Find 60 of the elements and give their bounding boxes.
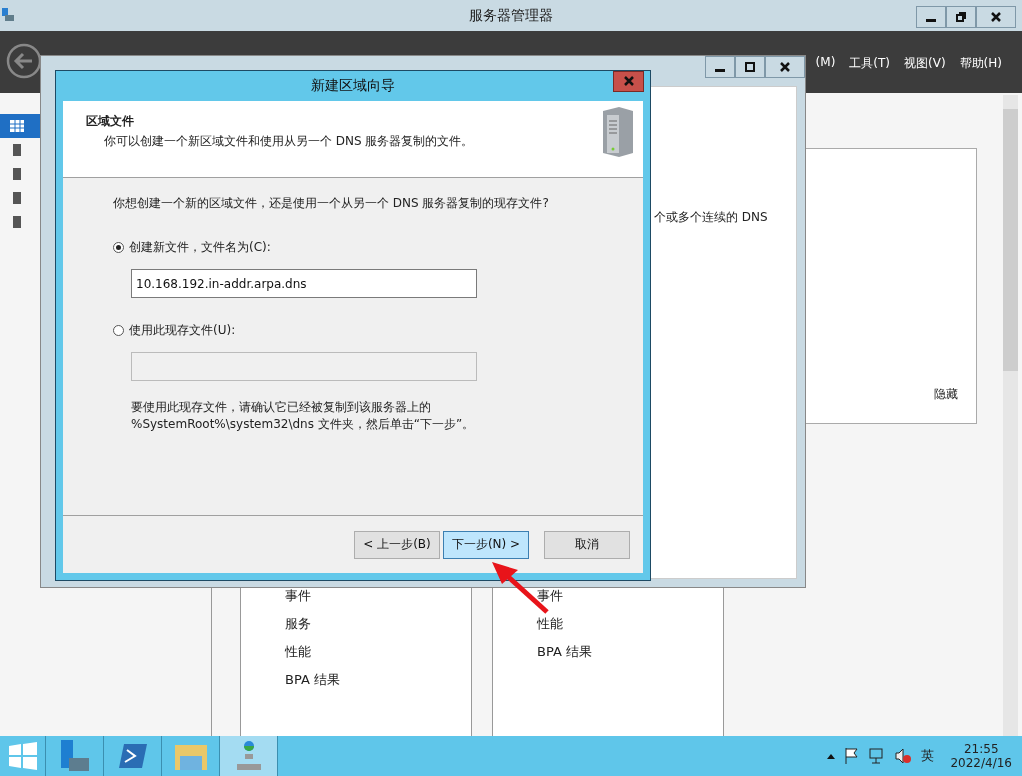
dialog-title: 新建区域向导 [311, 77, 395, 95]
page-description: 你可以创建一个新区域文件和使用从另一个 DNS 服务器复制的文件。 [104, 133, 475, 150]
speaker-muted-icon[interactable] [895, 748, 912, 764]
question-text: 你想创建一个新的区域文件，还是使用一个从另一个 DNS 服务器复制的现存文件? [113, 195, 550, 212]
note-text: 要使用此现存文件，请确认它已经被复制到该服务器上的 %SystemRoot%\system32\dns 文件夹，然后单击“下一步”。 [131, 399, 476, 433]
option-label: 使用此现存文件(U): [129, 322, 236, 339]
tile-link[interactable]: 事件 [285, 587, 471, 605]
tile-link[interactable]: BPA 结果 [537, 643, 723, 661]
menu-item[interactable]: 工具(T) [849, 55, 891, 72]
network-status-icon[interactable] [869, 748, 886, 764]
pointer-arrow-icon [489, 560, 551, 614]
clock-date[interactable]: 2022/4/16 [950, 756, 1012, 770]
app-icon [2, 8, 14, 22]
option-label: 创建新文件，文件名为(C): [129, 239, 271, 256]
tile-link[interactable]: 服务 [285, 615, 471, 633]
minimize-button[interactable] [916, 6, 946, 28]
sidebar-icon [10, 119, 24, 133]
tile-link[interactable]: 事件 [537, 587, 723, 605]
close-button[interactable] [765, 56, 805, 78]
ime-indicator[interactable]: 英 [921, 747, 935, 765]
close-icon [991, 12, 1001, 22]
file-name-field[interactable]: 10.168.192.in-addr.arpa.dns [131, 269, 477, 298]
close-icon [780, 62, 790, 72]
tile-link[interactable]: BPA 结果 [285, 671, 471, 689]
radio-option[interactable]: 创建新文件，文件名为(C): [113, 239, 643, 256]
window-title: 服务器管理器 [469, 6, 553, 25]
scrollbar[interactable] [1003, 95, 1018, 736]
back-icon[interactable] [6, 43, 42, 79]
close-icon [623, 75, 634, 86]
minimize-icon [715, 69, 725, 72]
menu-item[interactable]: 视图(V) [904, 55, 946, 72]
maximize-icon [745, 62, 755, 72]
maximize-button[interactable] [735, 56, 765, 78]
wizard-button[interactable]: 下一步(N) > [443, 530, 529, 559]
sidebar-item[interactable] [0, 114, 40, 138]
sidebar-icon [10, 215, 24, 229]
menu-item[interactable]: (M) [815, 55, 836, 72]
wizard-button[interactable]: < 上一步(B) [354, 530, 440, 559]
flag-icon[interactable] [845, 748, 860, 764]
minimize-icon [926, 19, 936, 22]
sidebar-icon [10, 191, 24, 205]
menu-item[interactable]: 帮助(H) [959, 55, 1002, 72]
wizard-button[interactable]: 取消 [544, 530, 630, 559]
powershell-icon[interactable] [118, 744, 147, 768]
tray-caret-icon[interactable] [827, 753, 836, 759]
sidebar-icon [10, 143, 24, 157]
radio-button[interactable] [113, 242, 124, 253]
hide-link[interactable]: 隐藏 [934, 386, 958, 403]
minimize-button[interactable] [705, 56, 735, 78]
tile-link[interactable]: 性能 [285, 643, 471, 661]
radio-option[interactable]: 使用此现存文件(U): [113, 322, 643, 339]
close-button[interactable] [976, 6, 1016, 28]
description-text: 个或多个连续的 DNS [654, 209, 768, 226]
sidebar-icon [10, 167, 24, 181]
radio-button[interactable] [113, 325, 124, 336]
page-title: 区域文件 [86, 113, 135, 130]
restore-icon [956, 12, 966, 22]
restore-button[interactable] [946, 6, 976, 28]
clock-time[interactable]: 21:55 [963, 742, 999, 756]
tile-link[interactable]: 性能 [537, 615, 723, 633]
